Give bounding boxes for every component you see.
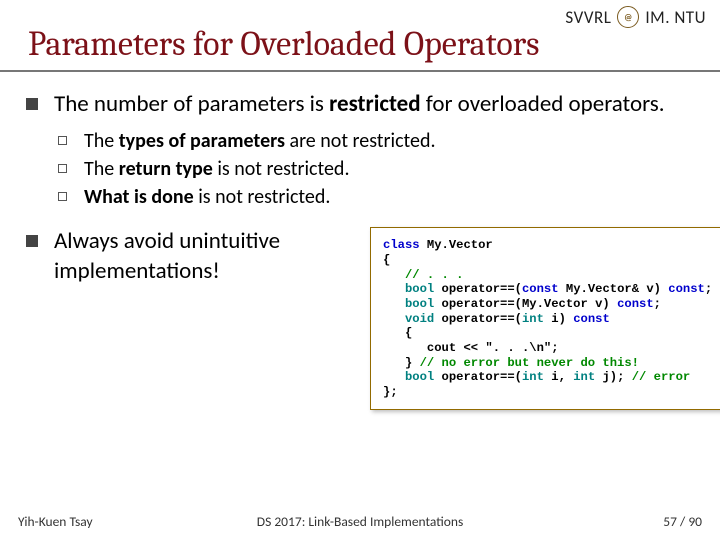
header-right-text: IM. NTU bbox=[645, 7, 706, 28]
c-l9-c: operator==( bbox=[434, 370, 522, 384]
c-l0-a: class bbox=[383, 238, 420, 252]
slide-footer: Yih-Kuen Tsay DS 2017: Link-Based Implem… bbox=[0, 513, 720, 530]
c-l4-c: operator==(My.Vector v) bbox=[434, 297, 617, 311]
c-l9-g: j); bbox=[595, 370, 632, 384]
slide-body: The number of parameters is restricted f… bbox=[0, 90, 720, 410]
c-l4-e: ; bbox=[654, 297, 661, 311]
c-l2-a bbox=[383, 268, 405, 282]
footer-page-total: / 90 bbox=[680, 513, 702, 530]
c-l9-f: int bbox=[573, 370, 595, 384]
c-l8-a: } bbox=[383, 356, 420, 370]
c-l4-d: const bbox=[617, 297, 654, 311]
footer-page-cur: 57 bbox=[663, 513, 680, 530]
c-l10: }; bbox=[383, 385, 398, 399]
c-l5-d: int bbox=[522, 312, 544, 326]
c-l4-b: bool bbox=[405, 297, 434, 311]
c-l6: { bbox=[383, 326, 412, 340]
c-l9-h: // error bbox=[632, 370, 691, 384]
sub-bullet-1: The types of parameters are not restrict… bbox=[54, 127, 702, 155]
c-l5-f: const bbox=[573, 312, 610, 326]
c-l9-b: bool bbox=[405, 370, 434, 384]
sb2-bold: return type bbox=[119, 157, 218, 181]
c-l5-a bbox=[383, 312, 405, 326]
sub-bullet-2: The return type is not restricted. bbox=[54, 155, 702, 183]
bullet-1-bold: restricted bbox=[329, 90, 426, 118]
footer-course: DS 2017: Link-Based Implementations bbox=[257, 513, 463, 530]
bullet-1-pre: The number of parameters is bbox=[54, 90, 329, 118]
c-l7-c: ; bbox=[551, 341, 558, 355]
sb1-pre: The bbox=[84, 129, 119, 153]
bullet-2-row: Always avoid unintuitive implementations… bbox=[24, 227, 702, 410]
c-l3-a bbox=[383, 282, 405, 296]
slide-title: Parameters for Overloaded Operators bbox=[0, 24, 720, 66]
c-l2-b: // . . . bbox=[405, 268, 464, 282]
c-l5-b: void bbox=[405, 312, 434, 326]
bullet-1: The number of parameters is restricted f… bbox=[24, 90, 702, 211]
sb3-post: is not restricted. bbox=[198, 185, 330, 209]
footer-page: 57 / 90 bbox=[663, 513, 702, 530]
c-l5-e: i) bbox=[544, 312, 573, 326]
c-l7-b: ". . .\n" bbox=[485, 341, 551, 355]
sb3-bold: What is done bbox=[84, 185, 198, 209]
c-l1: { bbox=[383, 253, 390, 267]
c-l7-a: cout << bbox=[383, 341, 485, 355]
c-l9-d: int bbox=[522, 370, 544, 384]
footer-author: Yih-Kuen Tsay bbox=[18, 513, 93, 530]
header-left-text: SVVRL bbox=[565, 7, 611, 28]
sb2-pre: The bbox=[84, 157, 119, 181]
c-l3-d: const bbox=[522, 282, 559, 296]
c-l3-c: operator==( bbox=[434, 282, 522, 296]
c-l9-a bbox=[383, 370, 405, 384]
bullet-1-post: for overloaded operators. bbox=[426, 90, 665, 118]
c-l3-e: My.Vector& v) bbox=[559, 282, 669, 296]
code-example: class My.Vector { // . . . bool operator… bbox=[370, 227, 720, 410]
c-l3-g: ; bbox=[705, 282, 712, 296]
title-rule bbox=[0, 70, 720, 72]
c-l8-b: // no error but never do this! bbox=[420, 356, 639, 370]
bullet-2-text: Always avoid unintuitive implementations… bbox=[54, 227, 354, 286]
c-l3-b: bool bbox=[405, 282, 434, 296]
c-l3-f: const bbox=[668, 282, 705, 296]
c-l0-b: My.Vector bbox=[420, 238, 493, 252]
sb1-bold: types of parameters bbox=[119, 129, 290, 153]
c-l9-e: i, bbox=[544, 370, 573, 384]
sb1-post: are not restricted. bbox=[290, 129, 436, 153]
c-l5-c: operator==( bbox=[434, 312, 522, 326]
sub-bullet-3: What is done is not restricted. bbox=[54, 183, 702, 211]
c-l4-a bbox=[383, 297, 405, 311]
sb2-post: is not restricted. bbox=[217, 157, 349, 181]
